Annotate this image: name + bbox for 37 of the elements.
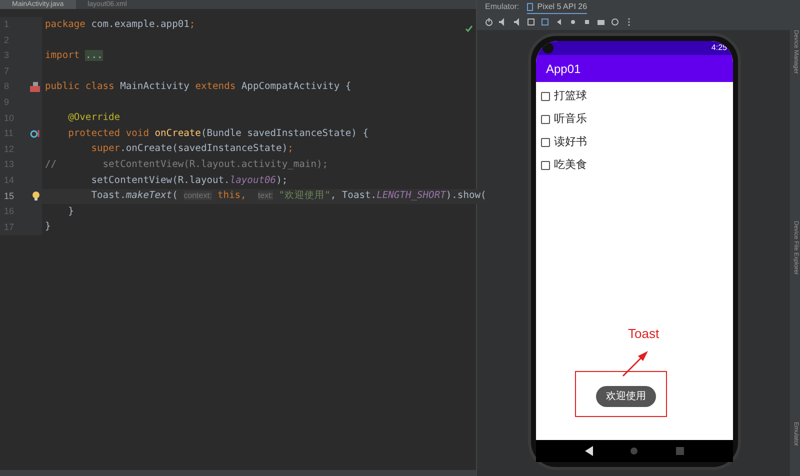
lightbulb-icon[interactable] xyxy=(32,191,40,202)
checkbox-label: 读好书 xyxy=(554,134,587,150)
code-line: } xyxy=(67,204,74,219)
phone-icon xyxy=(527,2,534,10)
overview-icon[interactable] xyxy=(583,18,591,26)
power-icon[interactable] xyxy=(485,18,493,26)
status-time: 4:25 xyxy=(711,42,727,54)
checkbox[interactable] xyxy=(541,92,550,100)
code-line: // setContentView(R.layout.activity_main); xyxy=(44,158,328,172)
override-gutter-icon[interactable] xyxy=(30,128,40,139)
code-line: import ... xyxy=(44,48,103,63)
checkbox-label: 听音乐 xyxy=(554,112,587,127)
annotation-label: Toast xyxy=(628,325,660,343)
checkbox[interactable] xyxy=(541,138,550,146)
code-line: setContentView(R.layout.layout06); xyxy=(90,174,288,188)
checkbox[interactable] xyxy=(541,114,550,124)
annotation-arrow xyxy=(622,349,650,377)
code-line: @Override xyxy=(67,111,120,126)
code-line: protected void onCreate(Bundle savedInstanceState) { xyxy=(67,126,368,141)
code-line: public class MainActivity extends AppCompatActivity { xyxy=(44,80,352,94)
toast-message: 欢迎使用 xyxy=(596,386,656,407)
checkbox-label: 吃美食 xyxy=(554,158,587,173)
panel-label: Emulator: xyxy=(485,1,520,13)
app-title-bar: App01 xyxy=(536,55,733,82)
class-gutter-icon[interactable] xyxy=(30,82,40,92)
code-line: super.onCreate(savedInstanceState); xyxy=(90,142,294,156)
volume-down-icon[interactable] xyxy=(513,18,521,26)
checkbox[interactable] xyxy=(541,160,550,170)
check-icon xyxy=(465,25,473,33)
line-number: 15 xyxy=(4,190,14,203)
code-line: Toast.makeText( context: this, text: "欢迎使用", Toast.LENGTH_SHORT).show( xyxy=(90,189,486,204)
checkbox-label: 打篮球 xyxy=(554,88,587,104)
back-icon[interactable] xyxy=(584,446,593,456)
code-line: } xyxy=(44,220,51,234)
volume-up-icon[interactable] xyxy=(499,18,507,26)
home-icon[interactable] xyxy=(569,18,577,26)
code-line: package com.example.app01; xyxy=(44,18,196,32)
